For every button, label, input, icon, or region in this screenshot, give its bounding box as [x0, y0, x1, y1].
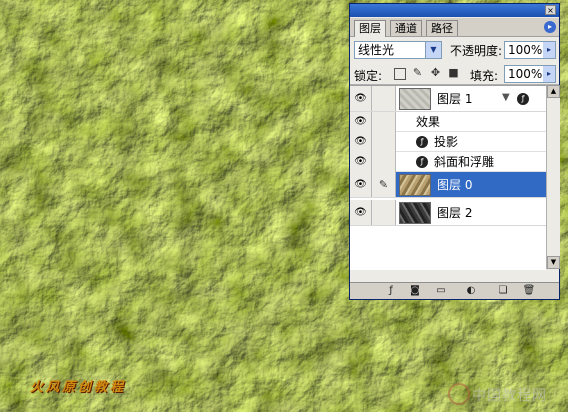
adjustment-layer-icon[interactable]: ◐ [464, 285, 478, 297]
eye-icon[interactable]: 👁 [350, 112, 372, 132]
site-name: 中国教程网 [472, 388, 547, 404]
scroll-up-icon[interactable]: ▲ [547, 85, 560, 98]
site-logo: 中国教程网 [448, 380, 564, 408]
new-group-icon[interactable]: ▭ [434, 285, 448, 297]
lock-transparency-icon[interactable] [394, 68, 406, 80]
layer-name: 图层 1 [437, 92, 473, 106]
eye-icon[interactable]: 👁 [350, 86, 372, 111]
watermark-text: 火风原创教程 [30, 380, 127, 395]
panel-bottom-bar: ƒ ◙ ▭ ◐ ❏ 🗑 [350, 282, 559, 299]
fx-icon: ƒ [416, 156, 428, 168]
link-slot [372, 152, 396, 172]
fill-label: 填充: [470, 69, 499, 83]
link-slot[interactable] [372, 86, 396, 111]
layers-list: 👁 图层 1 ▼ ƒ 👁 效果 👁 ƒ 投影 👁 ƒ 斜面和浮雕 👁 ✎ 图层 … [350, 85, 546, 270]
layer-name: 图层 0 [437, 178, 473, 192]
logo-mark-icon [448, 383, 470, 405]
layers-panel: × 图层 通道 路径 ▸ 线性光 ▼ 不透明度: 100% ▸ 锁定: ✎ ✥ … [349, 3, 560, 300]
panel-tabs: 图层 通道 路径 ▸ [350, 18, 559, 37]
close-icon[interactable]: × [545, 5, 556, 15]
tab-layers[interactable]: 图层 [354, 20, 386, 37]
tab-channels[interactable]: 通道 [390, 20, 422, 36]
lock-row: 锁定: ✎ ✥ ■ 填充: 100% ▸ [350, 64, 559, 85]
eye-icon[interactable]: 👁 [350, 152, 372, 172]
trash-icon[interactable]: 🗑 [522, 285, 536, 297]
opacity-value: 100% [508, 43, 543, 57]
scroll-down-icon[interactable]: ▼ [547, 256, 560, 269]
layer-thumbnail [399, 174, 431, 196]
eye-icon[interactable]: 👁 [350, 172, 372, 197]
layer-row[interactable]: 👁 图层 1 ▼ ƒ [350, 86, 546, 112]
brush-icon[interactable]: ✎ [372, 172, 396, 197]
link-slot[interactable] [372, 200, 396, 225]
lock-label: 锁定: [354, 69, 383, 83]
chevron-right-icon[interactable]: ▸ [543, 66, 555, 82]
move-lock-icon[interactable]: ✥ [429, 66, 442, 79]
effect-name: 斜面和浮雕 [434, 155, 495, 169]
blend-mode-select[interactable]: 线性光 ▼ [354, 41, 442, 59]
chevron-right-icon[interactable]: ▸ [543, 42, 555, 58]
layers-scrollbar[interactable]: ▲ ▼ [546, 85, 560, 269]
chevron-down-icon[interactable]: ▼ [425, 42, 441, 58]
chevron-down-icon[interactable]: ▼ [502, 92, 510, 103]
effects-header[interactable]: 👁 效果 [350, 112, 546, 132]
layer-row[interactable]: 👁 ✎ 图层 0 [350, 172, 546, 198]
link-slot [372, 132, 396, 152]
panel-titlebar[interactable]: × [350, 4, 559, 17]
opacity-field[interactable]: 100% ▸ [504, 41, 556, 59]
opacity-label: 不透明度: [450, 44, 503, 58]
effect-name: 投影 [434, 135, 459, 149]
effect-row[interactable]: 👁 ƒ 斜面和浮雕 [350, 152, 546, 172]
layer-row[interactable]: 👁 图层 2 [350, 200, 546, 226]
layer-name: 图层 2 [437, 206, 473, 220]
eye-icon[interactable]: 👁 [350, 132, 372, 152]
fill-value: 100% [508, 67, 543, 81]
lock-icon[interactable]: ■ [447, 66, 460, 79]
link-slot [372, 112, 396, 132]
layer-thumbnail [399, 88, 431, 110]
add-mask-icon[interactable]: ◙ [408, 285, 422, 297]
layer-style-icon[interactable]: ƒ [384, 285, 398, 297]
panel-menu-icon[interactable]: ▸ [544, 21, 556, 33]
layer-thumbnail [399, 202, 431, 224]
fill-field[interactable]: 100% ▸ [504, 65, 556, 83]
new-layer-icon[interactable]: ❏ [496, 285, 510, 297]
eye-icon[interactable]: 👁 [350, 200, 372, 225]
brush-lock-icon[interactable]: ✎ [411, 66, 424, 79]
fx-icon: ƒ [517, 93, 529, 105]
tab-paths[interactable]: 路径 [426, 20, 458, 36]
fx-icon: ƒ [416, 136, 428, 148]
effects-label: 效果 [416, 115, 441, 129]
blend-mode-value: 线性光 [358, 43, 395, 57]
effect-row[interactable]: 👁 ƒ 投影 [350, 132, 546, 152]
